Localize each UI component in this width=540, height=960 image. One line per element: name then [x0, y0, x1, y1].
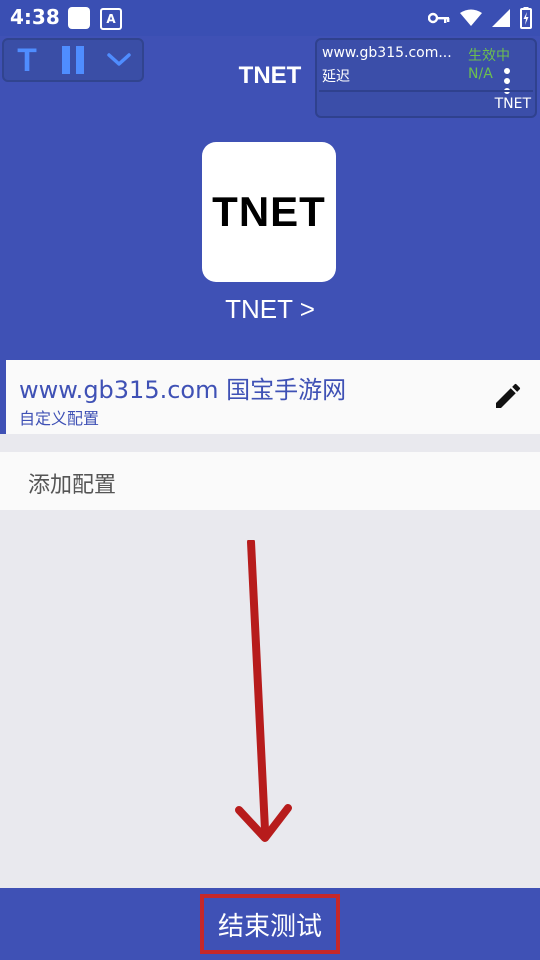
floating-toolbar[interactable]: T [2, 38, 144, 82]
config-subtitle: 自定义配置 [19, 409, 100, 428]
stats-delay-label: 延迟 [322, 69, 350, 85]
status-icons [428, 4, 532, 32]
stats-host: www.gb315.com... [322, 45, 452, 61]
pause-icon[interactable] [50, 40, 96, 80]
t-icon[interactable]: T [4, 40, 50, 80]
arrow-down-icon [235, 540, 292, 842]
config-title: www.gb315.com 国宝手游网 [19, 376, 347, 404]
status-bar: 4:38 A [0, 0, 540, 36]
add-config-label: 添加配置 [28, 473, 117, 498]
app-title-text: TNET [238, 62, 302, 89]
bottom-bar: 结束测试 [0, 888, 540, 960]
app-logo[interactable]: TNET [202, 142, 336, 282]
stats-status: 生效中 [468, 48, 510, 64]
stats-app-name: TNET [494, 96, 531, 112]
vpn-key-icon [428, 12, 450, 24]
chevron-down-icon[interactable] [96, 40, 142, 80]
status-time: 4:38 [10, 5, 60, 29]
edit-icon[interactable] [492, 380, 524, 412]
header: TNET T www.gb315.com... 生效中 延迟 N/A TNET … [0, 36, 540, 360]
app-a-icon: A [100, 8, 122, 30]
stats-divider [319, 90, 533, 92]
end-test-button[interactable]: 结束测试 [200, 894, 340, 954]
signal-icon [492, 9, 510, 27]
wifi-icon [460, 9, 482, 26]
add-config-row[interactable]: 添加配置 [0, 452, 540, 510]
app-link[interactable]: TNET > [0, 294, 540, 325]
logo-text: TNET [212, 188, 326, 235]
notification-square-icon [68, 7, 90, 29]
stats-delay-value: N/A [468, 66, 493, 82]
config-card[interactable]: www.gb315.com 国宝手游网 自定义配置 [0, 360, 540, 434]
stats-panel: www.gb315.com... 生效中 延迟 N/A TNET [315, 38, 537, 118]
battery-icon [520, 7, 532, 29]
t-icon-label: T [17, 41, 37, 78]
